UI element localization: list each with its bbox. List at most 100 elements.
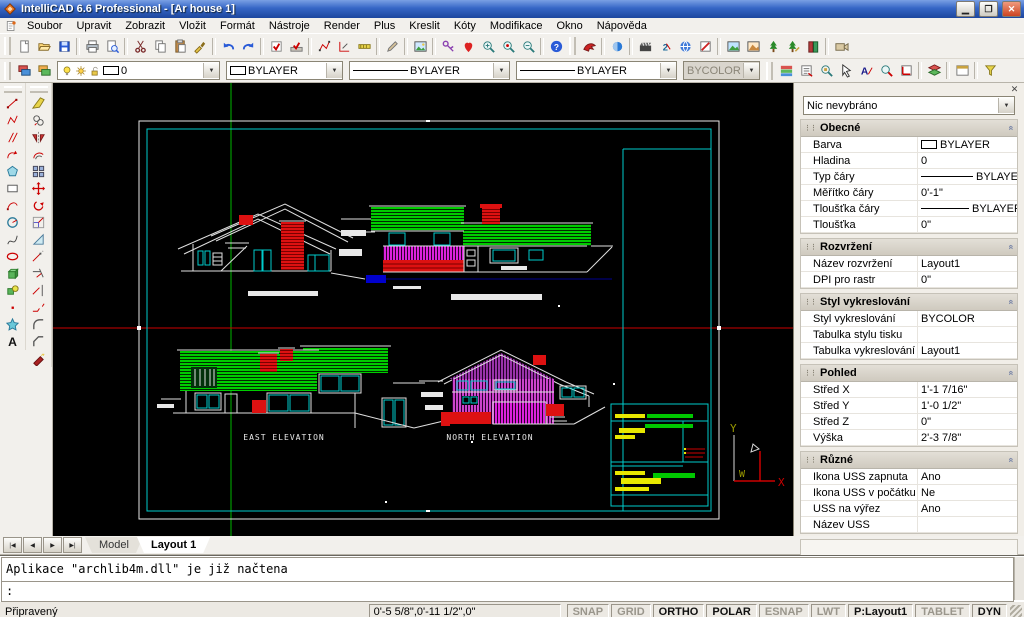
circle-tool-button[interactable] (2, 214, 23, 231)
section-header[interactable]: ⋮⋮Styl vykreslování« (801, 294, 1017, 311)
block-tool-button[interactable] (2, 282, 23, 299)
color-combo-arrow[interactable]: ▼ (326, 63, 342, 78)
shade-button[interactable] (607, 36, 627, 56)
menu-vlozit[interactable]: Vložit (172, 20, 213, 32)
pick-button[interactable] (836, 61, 856, 81)
lineweight-combo-arrow[interactable]: ▼ (660, 63, 676, 78)
menu-render[interactable]: Render (317, 20, 367, 32)
array-tool-button[interactable] (28, 163, 49, 180)
explore-blocks-button[interactable] (816, 61, 836, 81)
view-named-button[interactable] (876, 61, 896, 81)
property-value[interactable]: 2'-3 7/8" (917, 430, 1017, 445)
toggle-tablet[interactable]: TABLET (915, 604, 970, 617)
print-button[interactable] (82, 36, 102, 56)
lineweight-combo[interactable]: BYLAYER ▼ (516, 61, 677, 80)
viewport-border[interactable] (147, 129, 711, 511)
menu-format[interactable]: Formát (213, 20, 262, 32)
menu-plus[interactable]: Plus (367, 20, 402, 32)
erase-tool-button[interactable] (28, 95, 49, 112)
polygon-tool-button[interactable] (2, 163, 23, 180)
maximize-button[interactable]: ❐ (979, 1, 998, 17)
collapse-chevron-icon[interactable]: « (1006, 370, 1016, 375)
layer-combo[interactable]: 0 ▼ (57, 61, 220, 80)
house-south-elevation[interactable] (339, 204, 613, 300)
edit-tool-button[interactable] (382, 36, 402, 56)
menu-kreslit[interactable]: Kreslit (402, 20, 447, 32)
section-header[interactable]: ⋮⋮Rozvržení« (801, 239, 1017, 256)
props-window-button[interactable] (952, 61, 972, 81)
rotate-tool-button[interactable] (28, 197, 49, 214)
lengthen-tool-button[interactable] (28, 248, 49, 265)
chamfer-tool-button[interactable] (28, 333, 49, 350)
menu-okno[interactable]: Okno (549, 20, 589, 32)
color-combo[interactable]: BYLAYER ▼ (226, 61, 343, 80)
tab-nav-last-button[interactable]: ▶| (63, 537, 82, 553)
tab-layout1[interactable]: Layout 1 (137, 537, 210, 553)
toolbar-grip[interactable] (4, 37, 11, 55)
zoom-realtime-button[interactable] (458, 36, 478, 56)
panel-close-icon[interactable]: ✕ (1009, 84, 1020, 95)
line-tool-button[interactable] (2, 95, 23, 112)
ellipse-tool-button[interactable] (2, 248, 23, 265)
redo-button[interactable] (238, 36, 258, 56)
close-button[interactable]: ✕ (1002, 1, 1021, 17)
drawing-canvas[interactable]: EAST ELEVATION (53, 83, 793, 536)
zoom-out-button[interactable] (518, 36, 538, 56)
menu-zobrazit[interactable]: Zobrazit (118, 20, 172, 32)
property-value[interactable]: BYCOLOR (917, 311, 1017, 326)
parallel-tool-button[interactable] (2, 129, 23, 146)
zoom-in-button[interactable] (498, 36, 518, 56)
menu-modifikace[interactable]: Modifikace (483, 20, 550, 32)
layers1-button[interactable] (14, 61, 34, 81)
command-window[interactable]: Aplikace "archlib4m.dll" je již načtena … (0, 555, 1024, 601)
land2-button[interactable] (743, 36, 763, 56)
collapse-chevron-icon[interactable]: « (1006, 244, 1016, 249)
layer-state-button[interactable] (796, 61, 816, 81)
help-button[interactable]: ? (546, 36, 566, 56)
toolbar-grip[interactable] (569, 37, 576, 55)
scenes-button[interactable] (635, 36, 655, 56)
open-button[interactable] (34, 36, 54, 56)
point-entity[interactable] (385, 501, 387, 503)
break-tool-button[interactable] (28, 299, 49, 316)
point-tool-button[interactable] (2, 299, 23, 316)
document-icon[interactable] (5, 20, 17, 32)
coordinate-display[interactable]: 0'-5 5/8",0'-11 1/2",0" (369, 604, 561, 617)
property-value[interactable]: BYLAYER (917, 169, 1017, 184)
library-button[interactable] (803, 36, 823, 56)
cut-button[interactable] (130, 36, 150, 56)
materials-button[interactable] (695, 36, 715, 56)
toolbar-grip[interactable] (4, 62, 11, 80)
toggle-esnap[interactable]: ESNAP (759, 604, 809, 617)
point-entity[interactable] (613, 383, 615, 385)
toggle-grid[interactable]: GRID (611, 604, 651, 617)
menu-napoveda[interactable]: Nápověda (590, 20, 654, 32)
layout-border[interactable] (139, 121, 719, 519)
collapse-chevron-icon[interactable]: « (1006, 299, 1016, 304)
property-value[interactable] (917, 517, 1017, 532)
drawing-area[interactable]: EAST ELEVATION (53, 83, 793, 536)
land1-button[interactable] (723, 36, 743, 56)
property-value[interactable]: 1'-0 1/2" (917, 398, 1017, 413)
rectangle-tool-button[interactable] (2, 180, 23, 197)
esnap-settings-button[interactable] (266, 36, 286, 56)
section-header[interactable]: ⋮⋮Obecné« (801, 120, 1017, 137)
extend-tool-button[interactable] (28, 282, 49, 299)
tab-nav-prev-button[interactable]: ◀ (23, 537, 42, 553)
layers-stack-button[interactable] (924, 61, 944, 81)
print-preview-button[interactable] (102, 36, 122, 56)
selection-combo[interactable]: Nic nevybráno ▼ (803, 96, 1015, 115)
command-input[interactable]: : (1, 581, 1014, 602)
match-props-button[interactable] (190, 36, 210, 56)
draw-settings-button[interactable] (286, 36, 306, 56)
dim-tool-button[interactable] (354, 36, 374, 56)
toggle-polar[interactable]: POLAR (706, 604, 757, 617)
collapse-chevron-icon[interactable]: « (1006, 125, 1016, 130)
scale-tool-button[interactable] (28, 214, 49, 231)
toggle-lwt[interactable]: LWT (811, 604, 846, 617)
house-east-elevation[interactable]: EAST ELEVATION (157, 346, 452, 442)
linetype-combo[interactable]: BYLAYER ▼ (349, 61, 510, 80)
section-header[interactable]: ⋮⋮Různé« (801, 452, 1017, 469)
toggle-playout1[interactable]: P:Layout1 (848, 604, 913, 617)
text-tool-button[interactable]: A (2, 333, 23, 350)
